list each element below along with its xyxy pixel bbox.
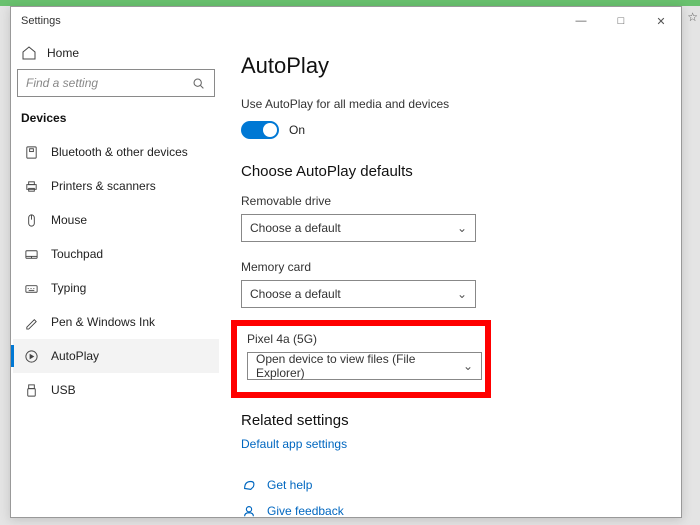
feedback-icon (241, 503, 257, 517)
give-feedback-link[interactable]: Give feedback (241, 503, 659, 517)
sidebar-item-pen[interactable]: Pen & Windows Ink (13, 305, 219, 339)
defaults-heading: Choose AutoPlay defaults (241, 163, 659, 180)
get-help-link[interactable]: Get help (241, 477, 659, 493)
sidebar-item-autoplay[interactable]: AutoPlay (13, 339, 219, 373)
memory-card-dropdown[interactable]: Choose a default ⌄ (241, 280, 476, 308)
search-icon (190, 75, 206, 91)
sidebar-item-label: Printers & scanners (51, 179, 156, 193)
sidebar: Home Devices Bluetooth & other devices (11, 35, 221, 517)
window-controls: — □ ✕ (561, 7, 681, 35)
removable-drive-dropdown[interactable]: Choose a default ⌄ (241, 214, 476, 242)
help-icon (241, 477, 257, 493)
sidebar-item-touchpad[interactable]: Touchpad (13, 237, 219, 271)
link-label: Get help (267, 478, 312, 492)
home-icon (21, 45, 37, 61)
mouse-icon (23, 212, 39, 228)
minimize-button[interactable]: — (561, 7, 601, 35)
sidebar-item-mouse[interactable]: Mouse (13, 203, 219, 237)
sidebar-item-label: Touchpad (51, 247, 103, 261)
field-memory-card: Memory card Choose a default ⌄ (241, 260, 659, 308)
bluetooth-icon (23, 144, 39, 160)
pixel-4a-dropdown[interactable]: Open device to view files (File Explorer… (247, 352, 482, 380)
sidebar-item-usb[interactable]: USB (13, 373, 219, 407)
sidebar-item-label: USB (51, 383, 76, 397)
home-nav[interactable]: Home (13, 41, 219, 69)
autoplay-icon (23, 348, 39, 364)
titlebar: Settings — □ ✕ (11, 7, 681, 35)
chevron-down-icon: ⌄ (463, 359, 473, 373)
browser-favorite-icon: ☆ (687, 10, 698, 24)
search-container (17, 69, 215, 97)
home-label: Home (47, 46, 79, 60)
field-label: Removable drive (241, 194, 659, 208)
sidebar-item-label: AutoPlay (51, 349, 99, 363)
default-app-settings-link[interactable]: Default app settings (241, 437, 659, 451)
search-input[interactable] (26, 76, 190, 90)
annotation-highlight: Pixel 4a (5G) Open device to view files … (231, 320, 491, 398)
main-content: AutoPlay Use AutoPlay for all media and … (221, 35, 681, 517)
autoplay-toggle[interactable] (241, 121, 279, 139)
chevron-down-icon: ⌄ (457, 221, 467, 235)
related-heading: Related settings (241, 412, 659, 429)
sidebar-item-printers[interactable]: Printers & scanners (13, 169, 219, 203)
usb-icon (23, 382, 39, 398)
sidebar-item-label: Bluetooth & other devices (51, 145, 188, 159)
link-label: Give feedback (267, 504, 344, 517)
sidebar-item-bluetooth[interactable]: Bluetooth & other devices (13, 135, 219, 169)
dropdown-value: Open device to view files (File Explorer… (256, 352, 463, 380)
dropdown-value: Choose a default (250, 287, 341, 301)
autoplay-toggle-row: On (241, 121, 659, 139)
maximize-button[interactable]: □ (601, 7, 641, 35)
printer-icon (23, 178, 39, 194)
sidebar-item-label: Typing (51, 281, 86, 295)
pen-icon (23, 314, 39, 330)
field-removable-drive: Removable drive Choose a default ⌄ (241, 194, 659, 242)
sidebar-section-title: Devices (13, 111, 219, 135)
window-body: Home Devices Bluetooth & other devices (11, 35, 681, 517)
toggle-caption: Use AutoPlay for all media and devices (241, 97, 659, 111)
sidebar-item-label: Mouse (51, 213, 87, 227)
dropdown-value: Choose a default (250, 221, 341, 235)
field-label: Memory card (241, 260, 659, 274)
settings-window: Settings — □ ✕ Home Dev (10, 6, 682, 518)
sidebar-nav: Bluetooth & other devices Printers & sca… (13, 135, 219, 407)
window-title: Settings (21, 15, 61, 27)
sidebar-item-label: Pen & Windows Ink (51, 315, 155, 329)
chevron-down-icon: ⌄ (457, 287, 467, 301)
keyboard-icon (23, 280, 39, 296)
toggle-knob (263, 123, 277, 137)
close-button[interactable]: ✕ (641, 7, 681, 35)
touchpad-icon (23, 246, 39, 262)
field-pixel-4a: Pixel 4a (5G) Open device to view files … (247, 332, 475, 380)
field-label: Pixel 4a (5G) (247, 332, 475, 346)
footer-links: Get help Give feedback (241, 477, 659, 517)
page-title: AutoPlay (241, 53, 659, 79)
sidebar-item-typing[interactable]: Typing (13, 271, 219, 305)
toggle-state-label: On (289, 123, 305, 137)
search-box[interactable] (17, 69, 215, 97)
